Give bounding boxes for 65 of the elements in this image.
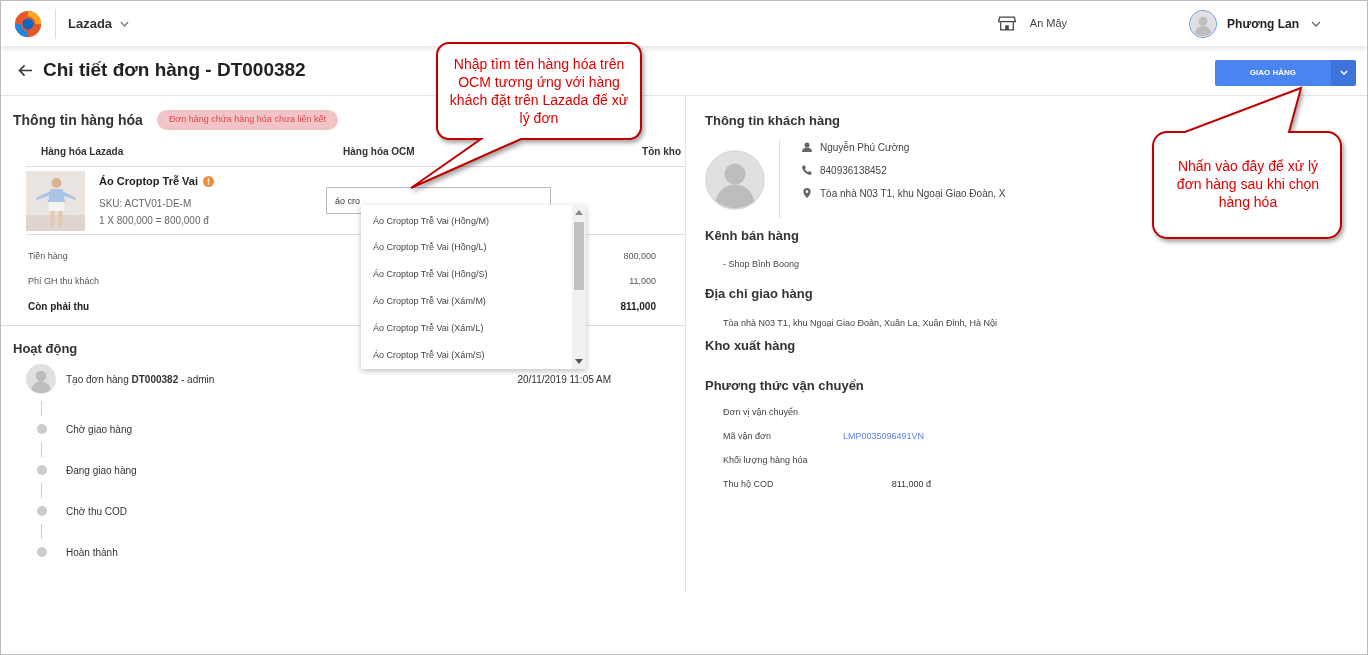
shipping-label: Đơn vị vận chuyển bbox=[723, 405, 799, 419]
suggestion-item[interactable]: Áo Croptop Trễ Vai (Hồng/S) bbox=[361, 261, 572, 289]
sales-channel-text: - Shop Bình Boong bbox=[722, 257, 801, 271]
section-heading: Hoạt động bbox=[13, 341, 78, 356]
avatar-icon bbox=[1189, 9, 1218, 38]
phone-icon bbox=[802, 165, 812, 175]
suggestion-item[interactable]: Áo Croptop Trễ Vai (Hồng/L) bbox=[361, 234, 572, 262]
person-icon bbox=[802, 142, 812, 152]
location-pin-icon bbox=[802, 188, 812, 198]
shipping-label: Thu hộ COD bbox=[723, 477, 775, 491]
suggestion-item[interactable]: Áo Croptop Trễ Vai (Xám/M) bbox=[361, 288, 572, 316]
scroll-up-icon[interactable] bbox=[575, 210, 583, 215]
avatar-icon bbox=[705, 150, 765, 210]
channel-selector[interactable]: Lazada bbox=[68, 13, 130, 34]
activity-step: Chờ giao hàng bbox=[66, 421, 133, 437]
activity-step: Chờ thu COD bbox=[66, 503, 128, 519]
caret-icon bbox=[1339, 70, 1348, 75]
activity-text: Tạo đơn hàng DT000382 - admin bbox=[66, 372, 215, 387]
suggestion-item[interactable]: Áo Croptop Trễ Vai (Xám/L) bbox=[361, 315, 572, 342]
logo-icon bbox=[13, 8, 43, 39]
callout-text: Nhấn vào đây để xử lý đơn hàng sau khi chọn hàng hóa bbox=[1175, 157, 1321, 212]
deliver-button[interactable]: GIAO HÀNG bbox=[1214, 59, 1331, 86]
total-label: Tiền hàng bbox=[28, 249, 68, 263]
warning-badge: Đơn hàng chứa hàng hóa chưa liên kết bbox=[156, 110, 338, 130]
total-value: 11,000 bbox=[629, 274, 656, 288]
shipping-label: Mã vận đơn bbox=[723, 429, 772, 443]
address-text: Tòa nhà N03 T1, khu Ngoại Giao Đoàn, Xuân La, Xuân Đỉnh, Hà Nội bbox=[722, 316, 998, 330]
activity-step: Đang giao hàng bbox=[66, 462, 137, 478]
section-heading: Kênh bán hàng bbox=[705, 227, 800, 245]
store-icon bbox=[997, 16, 1016, 31]
chevron-down-icon bbox=[1311, 20, 1321, 27]
store-name: An Mây bbox=[1029, 16, 1068, 32]
product-price: 1 X 800,000 = 800,000 đ bbox=[99, 214, 210, 229]
column-header: Hàng hóa OCM bbox=[342, 145, 416, 159]
tracking-link[interactable]: LMP0035096491VN bbox=[843, 429, 925, 444]
callout-text: Nhập tìm tên hàng hóa trên OCM tương ứng với hàng khách đặt trên Lazada để xử lý đơn bbox=[448, 55, 630, 128]
total-value: 800,000 bbox=[623, 249, 656, 263]
avatar-icon bbox=[26, 364, 56, 394]
suggestion-item[interactable]: Áo Croptop Trễ Vai (Xám/S) bbox=[361, 342, 572, 369]
section-heading: Thông tin hàng hóa bbox=[13, 110, 143, 130]
activity-time: 20/11/2019 11:05 AM bbox=[517, 372, 611, 387]
dropdown-toggle[interactable] bbox=[1331, 59, 1356, 86]
section-heading: Địa chỉ giao hàng bbox=[705, 285, 814, 303]
total-value: 811,000 bbox=[620, 300, 656, 314]
page-title: Chi tiết đơn hàng - DT000382 bbox=[43, 58, 306, 83]
column-header: Tồn kho bbox=[641, 145, 682, 159]
shipping-value: 811,000 đ bbox=[890, 477, 931, 491]
section-heading: Kho xuất hàng bbox=[705, 337, 797, 355]
total-label: Còn phải thu bbox=[28, 300, 90, 314]
activity-step: Hoàn thành bbox=[66, 544, 118, 560]
shipping-label: Khối lượng hàng hóa bbox=[723, 453, 809, 467]
section-heading: Phương thức vận chuyển bbox=[705, 376, 865, 395]
column-header: Hàng hóa Lazada bbox=[40, 145, 125, 159]
scrollbar[interactable] bbox=[572, 205, 586, 369]
scroll-down-icon[interactable] bbox=[575, 359, 583, 364]
user-menu[interactable]: Phương Lan bbox=[1227, 14, 1321, 33]
contact-text: Tòa nhà N03 T1, khu Ngoại Giao Đoàn, X bbox=[820, 186, 1006, 201]
section-heading: Thông tin khách hàng bbox=[705, 112, 842, 131]
product-name: Áo Croptop Trễ Vai bbox=[99, 173, 198, 189]
contact-text: Nguyễn Phú Cường bbox=[820, 140, 910, 155]
total-label: Phí GH thu khách bbox=[28, 274, 100, 288]
chevron-down-icon bbox=[120, 20, 130, 27]
contact-text: 840936138452 bbox=[820, 163, 887, 178]
back-button[interactable] bbox=[18, 64, 33, 77]
product-sku: SKU: ACTV01-DE-M bbox=[99, 197, 193, 212]
